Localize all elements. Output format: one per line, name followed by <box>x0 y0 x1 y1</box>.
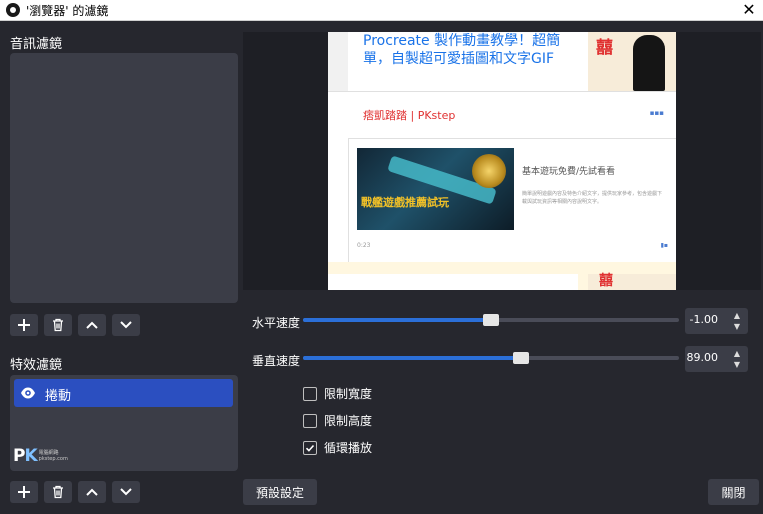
audio-filters-list[interactable] <box>10 53 238 303</box>
eye-icon[interactable] <box>20 386 36 400</box>
webpage-card: Procreate 製作動畫教學！超簡單，自製超可愛插圖和文字GIF 囍 痞凱踏… <box>328 32 676 262</box>
game-thumbnail: 戰艦遊戲推薦試玩 <box>357 148 514 230</box>
chevron-up-icon <box>86 321 98 329</box>
silhouette-image <box>633 35 665 91</box>
move-audio-filter-up-button[interactable] <box>78 314 106 336</box>
move-effect-filter-down-button[interactable] <box>112 481 140 503</box>
add-audio-filter-button[interactable] <box>10 314 38 336</box>
remove-audio-filter-button[interactable] <box>44 314 72 336</box>
window-title: '瀏覽器' 的濾鏡 <box>26 4 109 18</box>
source-preview: 囍 Procreate 製作動畫教學！超簡單，自製超可愛插圖和文字GIF 囍 痞… <box>243 32 761 290</box>
title-bar: '瀏覽器' 的濾鏡 ✕ <box>0 0 763 21</box>
article-author: 痞凱踏踏 | PKstep <box>363 109 456 122</box>
limit-height-label: 限制高度 <box>324 414 373 428</box>
limit-width-option[interactable]: 限制寬度 <box>303 385 372 402</box>
horizontal-speed-spinbox[interactable]: -1.00 ▲ ▼ <box>685 308 748 334</box>
horizontal-speed-handle[interactable] <box>483 314 499 326</box>
effect-filter-label: 捲動 <box>45 389 72 404</box>
pkstep-watermark-logo: PK 電腦網路 pkstep.com <box>13 446 68 466</box>
close-button[interactable]: 關閉 <box>708 479 759 505</box>
trash-icon <box>53 485 63 499</box>
vertical-speed-value[interactable]: 89.00 <box>687 351 719 364</box>
post-foot-icon: ▮▪ <box>660 242 668 249</box>
limit-height-option[interactable]: 限制高度 <box>303 412 372 429</box>
emblem-icon <box>472 154 506 188</box>
post-text: 簡單說明遊戲內容及特色介紹文字，提供玩家參考，包含遊戲下載與試玩資訊等相關內容說… <box>522 191 663 205</box>
plus-icon <box>18 486 30 498</box>
pkstep-logo-mark: PK <box>13 446 38 466</box>
effect-filters-label: 特效濾鏡 <box>10 358 63 373</box>
effect-filters-list[interactable]: 捲動 PK 電腦網路 pkstep.com <box>10 375 238 471</box>
vertical-speed-slider[interactable] <box>303 352 679 364</box>
move-effect-filter-up-button[interactable] <box>78 481 106 503</box>
audio-filters-toolbar <box>10 314 140 336</box>
embedded-post: 戰艦遊戲推薦試玩 基本遊玩免費/先試看看 簡單說明遊戲內容及特色介紹文字，提供玩… <box>348 138 676 262</box>
horizontal-speed-slider[interactable] <box>303 314 679 326</box>
decrement-icon[interactable]: ▼ <box>730 359 744 370</box>
chevron-down-icon <box>120 321 132 329</box>
checkmark-icon <box>305 444 315 452</box>
chevron-up-icon <box>86 488 98 496</box>
double-happiness-icon: 囍 <box>599 273 613 289</box>
trash-icon <box>53 318 63 332</box>
loop-label: 循環播放 <box>324 441 373 455</box>
post-title: 基本遊玩免費/先試看看 <box>522 167 616 177</box>
post-duration: 0:23 <box>357 242 371 249</box>
window-close-button[interactable]: ✕ <box>739 0 759 20</box>
limit-width-label: 限制寬度 <box>324 387 373 401</box>
effect-filters-toolbar <box>10 481 140 503</box>
move-audio-filter-down-button[interactable] <box>112 314 140 336</box>
vertical-speed-label: 垂直速度 <box>252 354 301 368</box>
defaults-button[interactable]: 預設設定 <box>243 479 317 505</box>
plus-icon <box>18 319 30 331</box>
add-effect-filter-button[interactable] <box>10 481 38 503</box>
decrement-icon[interactable]: ▼ <box>730 321 744 332</box>
thumbnail-caption: 戰艦遊戲推薦試玩 <box>361 196 449 209</box>
double-happiness-icon: 囍 <box>596 38 613 58</box>
loop-option[interactable]: 循環播放 <box>303 439 372 456</box>
vertical-speed-spinbox[interactable]: 89.00 ▲ ▼ <box>685 346 748 372</box>
article-headline: Procreate 製作動畫教學！超簡單，自製超可愛插圖和文字GIF <box>363 33 561 67</box>
limit-width-checkbox[interactable] <box>303 386 317 401</box>
increment-icon[interactable]: ▲ <box>730 348 744 359</box>
horizontal-speed-label: 水平速度 <box>252 316 301 330</box>
effect-filter-item-scroll[interactable]: 捲動 <box>14 379 233 407</box>
limit-height-checkbox[interactable] <box>303 413 317 428</box>
loop-checkbox[interactable] <box>303 440 317 455</box>
remove-effect-filter-button[interactable] <box>44 481 72 503</box>
pkstep-logo-text: 電腦網路 pkstep.com <box>38 450 68 462</box>
audio-filters-label: 音訊濾鏡 <box>10 37 63 52</box>
vertical-speed-handle[interactable] <box>513 352 530 364</box>
menu-icon: ▪▪▪ <box>649 109 664 117</box>
obs-app-icon <box>6 3 20 17</box>
horizontal-speed-value[interactable]: -1.00 <box>690 313 718 326</box>
increment-icon[interactable]: ▲ <box>730 310 744 321</box>
chevron-down-icon <box>120 488 132 496</box>
